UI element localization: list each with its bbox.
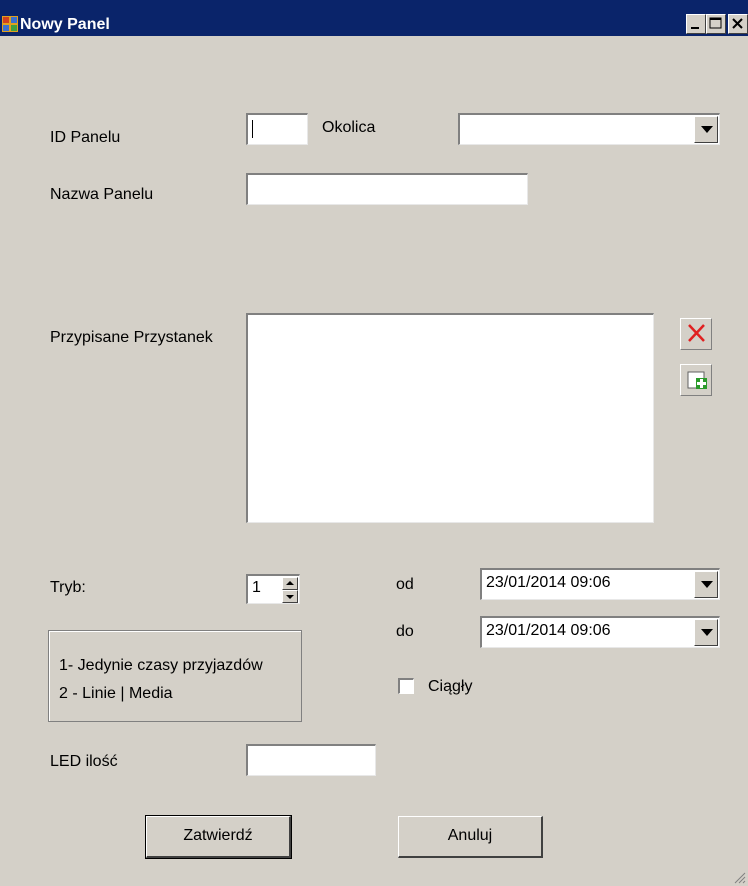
chevron-down-icon[interactable] <box>694 571 718 598</box>
spin-down-icon[interactable] <box>282 590 298 603</box>
delete-button[interactable] <box>680 318 712 350</box>
od-value: 23/01/2014 09:06 <box>486 574 611 591</box>
legend-line-1: 1- Jedynie czasy przyjazdów <box>59 657 263 674</box>
tryb-spinner[interactable]: 1 <box>246 574 300 604</box>
close-button[interactable] <box>728 14 748 34</box>
tryb-spin-buttons[interactable] <box>282 577 298 603</box>
do-label: do <box>396 623 414 640</box>
text-caret <box>252 120 253 138</box>
okolica-dropdown[interactable] <box>458 113 720 145</box>
add-button[interactable] <box>680 364 712 396</box>
led-label: LED ilość <box>50 753 118 770</box>
tryb-value: 1 <box>252 579 261 596</box>
anuluj-button[interactable]: Anuluj <box>398 816 543 858</box>
dialog-window: Nowy Panel ID Panelu Okolica Nazwa Panel… <box>0 0 748 886</box>
ciagly-label[interactable]: Ciągły <box>428 677 472 697</box>
id-panelu-input[interactable] <box>246 113 308 145</box>
zatwierdz-button[interactable]: Zatwierdź <box>145 815 292 859</box>
id-panelu-label: ID Panelu <box>50 129 121 146</box>
red-x-icon <box>688 324 705 342</box>
przypisane-listbox[interactable] <box>246 313 654 523</box>
chevron-down-icon[interactable] <box>694 116 718 143</box>
nazwa-panelu-label: Nazwa Panelu <box>50 186 154 203</box>
przypisane-label: Przypisane Przystanek <box>50 329 213 346</box>
nazwa-panelu-input[interactable] <box>246 173 528 205</box>
chevron-down-icon[interactable] <box>694 619 718 646</box>
title-bar[interactable]: Nowy Panel <box>0 0 748 36</box>
od-label: od <box>396 576 414 593</box>
minimize-icon <box>691 27 699 29</box>
maximize-button[interactable] <box>706 14 726 34</box>
minimize-button[interactable] <box>686 14 706 34</box>
legend-line-2: 2 - Linie | Media <box>59 685 173 702</box>
spin-up-icon[interactable] <box>282 577 298 590</box>
od-datetime-picker[interactable]: 23/01/2014 09:06 <box>480 568 720 600</box>
add-item-icon <box>687 371 707 389</box>
resize-grip-icon[interactable] <box>734 872 746 884</box>
tryb-legend-box: 1- Jedynie czasy przyjazdów 2 - Linie | … <box>48 630 302 722</box>
close-icon <box>732 18 743 29</box>
window-app-icon <box>2 16 18 32</box>
led-input[interactable] <box>246 744 376 776</box>
ciagly-checkbox[interactable] <box>398 678 414 694</box>
do-datetime-picker[interactable]: 23/01/2014 09:06 <box>480 616 720 648</box>
okolica-label: Okolica <box>322 119 376 136</box>
tryb-label: Tryb: <box>50 579 86 596</box>
do-value: 23/01/2014 09:06 <box>486 622 611 639</box>
maximize-icon <box>709 17 722 29</box>
window-title: Nowy Panel <box>20 16 110 33</box>
